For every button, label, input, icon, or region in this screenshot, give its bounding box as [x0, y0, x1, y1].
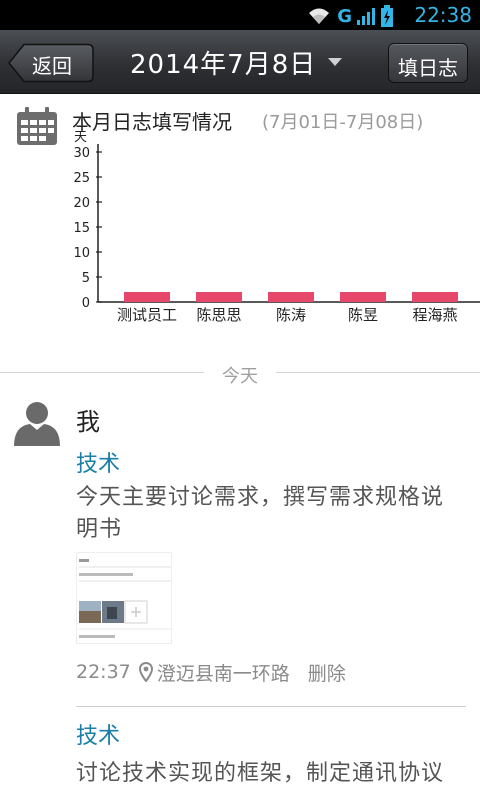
entry-time: 22:37: [76, 661, 131, 683]
entry-tag[interactable]: 技术: [76, 446, 120, 478]
screen: G 22:38 返回 2014年7月8日 填日志 本月日志填写情况 (7月01日…: [0, 0, 480, 800]
x-tick-label: 陈昱: [348, 306, 378, 324]
entry-location: 澄迈县南一环路: [156, 662, 290, 685]
network-type-label: G: [337, 5, 352, 27]
y-tick-label: 0: [82, 296, 90, 311]
wifi-icon: [309, 8, 330, 24]
delete-entry-link[interactable]: 删除: [308, 659, 346, 686]
today-label: 今天: [222, 366, 258, 387]
attachment-thumbnail[interactable]: [76, 552, 172, 644]
caret-down-icon: [328, 58, 343, 66]
divider-line-right: [276, 372, 480, 373]
y-tick-label: 15: [73, 221, 90, 236]
avatar-icon: [14, 402, 60, 446]
location-pin-icon: [138, 662, 153, 682]
bar: [340, 292, 386, 302]
log-count-bar-chart: 天 0 5 10 15 20 25 30 测试员工 陈思思 陈涛 陈昱 程海燕: [73, 130, 480, 324]
y-tick-label: 30: [73, 146, 90, 161]
x-tick-label: 程海燕: [412, 306, 457, 324]
x-tick-label: 陈涛: [276, 306, 306, 324]
y-tick-label: 25: [73, 171, 90, 186]
bar: [412, 292, 458, 302]
title-bar: 返回 2014年7月8日 填日志: [0, 30, 480, 94]
signal-icon: [357, 8, 375, 25]
entry-tag[interactable]: 技术: [76, 718, 120, 750]
back-button[interactable]: 返回: [8, 43, 94, 83]
y-tick-label: 20: [73, 196, 90, 211]
write-log-label: 填日志: [398, 56, 458, 80]
entry-separator: [76, 706, 466, 707]
x-tick-label: 陈思思: [196, 306, 241, 324]
y-axis-label: 天: [74, 130, 87, 145]
screenshot-thumbnail-image: [77, 553, 171, 643]
entry-author: 我: [76, 408, 100, 436]
y-tick-label: 10: [73, 246, 90, 261]
back-button-label: 返回: [32, 54, 72, 78]
status-clock: 22:38: [414, 3, 472, 27]
bar: [268, 292, 314, 302]
entry-content: 今天主要讨论需求，撰写需求规格说明书: [76, 485, 445, 542]
status-bar: G 22:38: [0, 0, 480, 30]
bar: [124, 292, 170, 302]
entry-meta: 22:37 澄迈县南一环路 删除: [76, 659, 346, 686]
y-tick-label: 5: [82, 271, 90, 286]
entry-content: 讨论技术实现的框架，制定通讯协议: [76, 761, 445, 786]
battery-charging-icon: [381, 5, 393, 27]
x-tick-label: 测试员工: [117, 306, 177, 324]
divider-line-left: [0, 372, 204, 373]
write-log-button[interactable]: 填日志: [388, 43, 468, 83]
date-selector[interactable]: 2014年7月8日: [130, 44, 343, 80]
page-title: 2014年7月8日: [130, 49, 317, 80]
status-icons: G: [307, 4, 394, 28]
calendar-icon: [17, 107, 57, 145]
bar: [196, 292, 242, 302]
